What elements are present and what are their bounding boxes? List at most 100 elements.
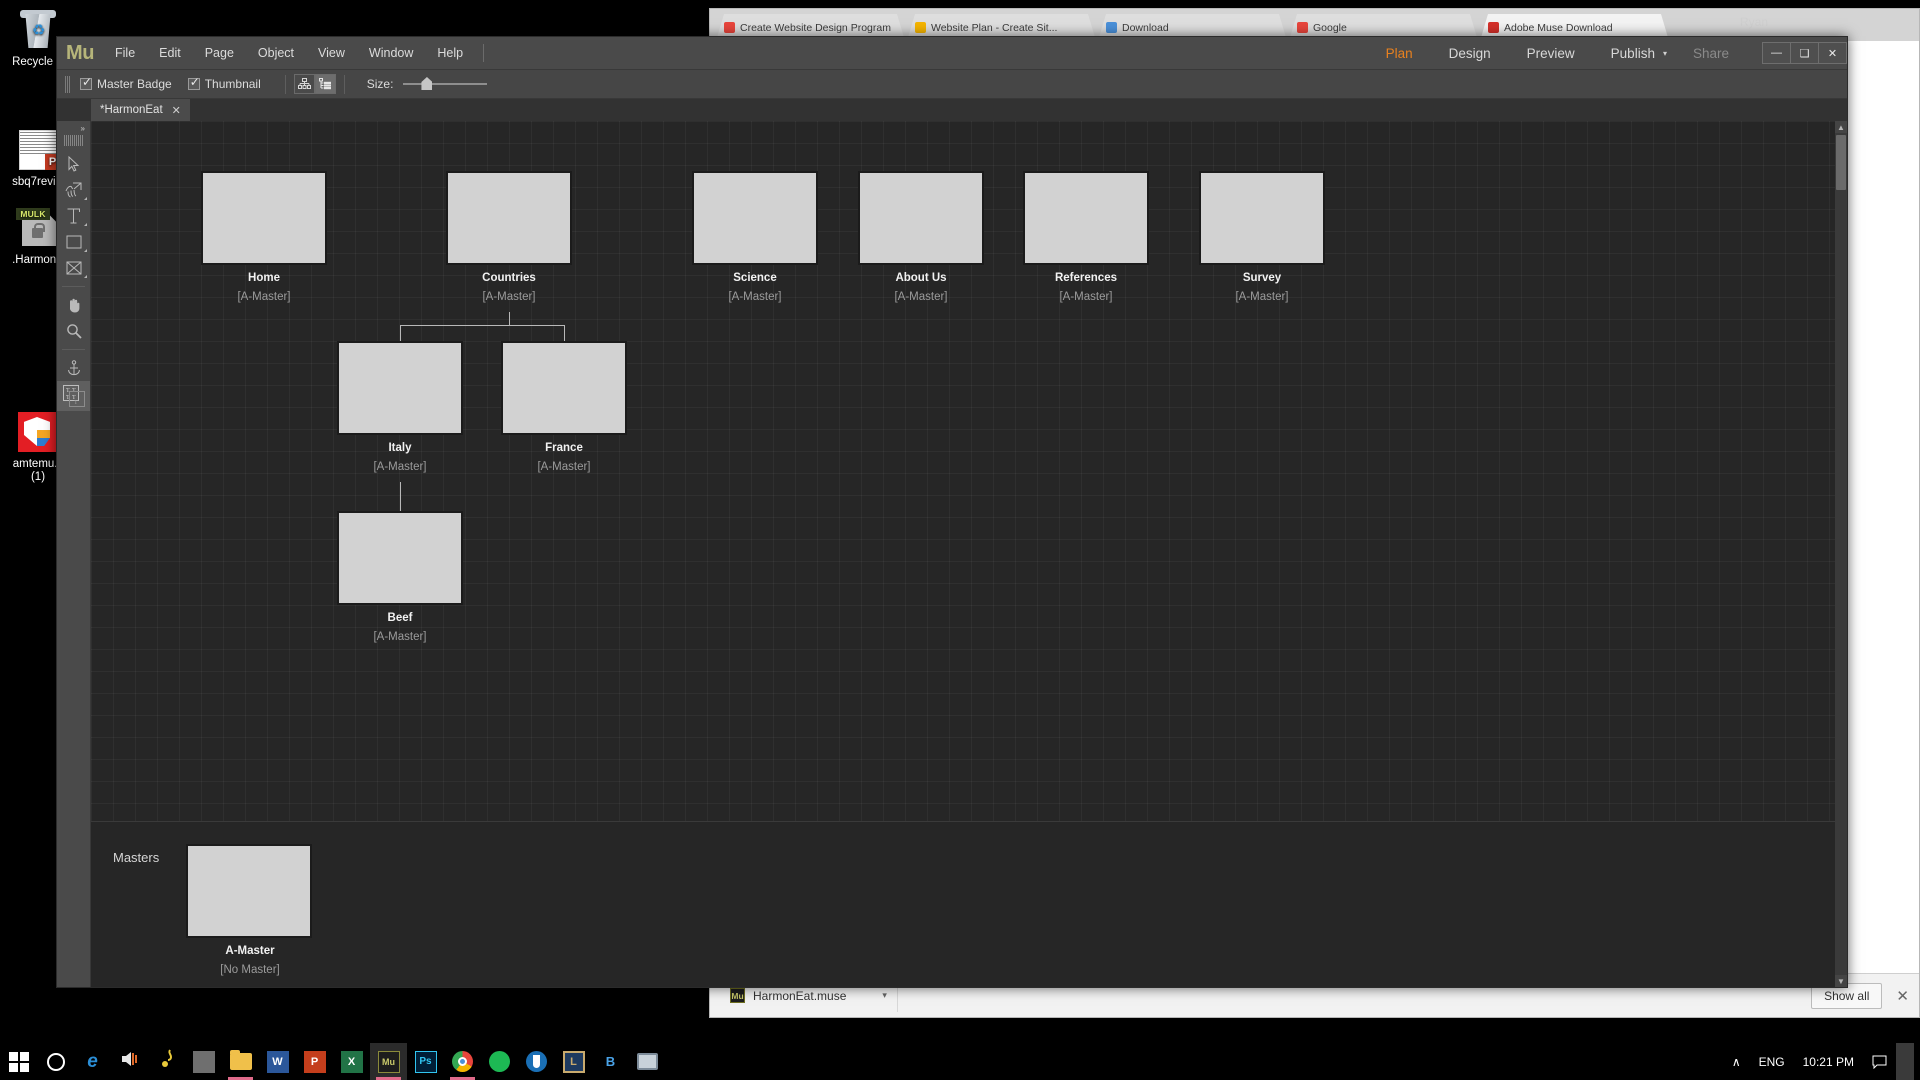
adobe-muse-window[interactable]: Mu File Edit Page Object View Window Help Plan… [56,36,1848,988]
menu-object[interactable]: Object [246,37,306,70]
powerpoint-button[interactable]: P [296,1043,333,1080]
sitemap-page-science[interactable]: Science [A-Master] [692,171,818,303]
master-badge-checkbox[interactable]: Master Badge [80,75,172,91]
note-icon [159,1049,175,1074]
league-button[interactable]: L [555,1043,592,1080]
edge-button[interactable]: e [74,1043,111,1080]
page-thumbnail[interactable] [858,171,984,265]
master-page-thumbnail[interactable] [186,844,312,938]
language-indicator[interactable]: ENG [1750,1043,1794,1080]
frame-tool[interactable] [57,255,90,281]
menu-items[interactable]: File Edit Page Object View Window Help [103,37,475,70]
word-button[interactable]: W [259,1043,296,1080]
selection-tool[interactable] [57,151,90,177]
menu-file[interactable]: File [103,37,147,70]
text-tool[interactable] [57,203,90,229]
mode-plan[interactable]: Plan [1368,37,1431,70]
slider-handle[interactable] [421,77,433,90]
publish-chevron-down-icon[interactable]: ▾ [1663,49,1675,58]
muse-plan-canvas[interactable]: Home [A-Master] Countries [A-Master] Science… [91,121,1847,987]
masters-section[interactable]: Masters A-Master [No Master] [91,822,1847,987]
scroll-down-icon[interactable]: ▼ [1835,975,1847,987]
chevron-down-icon[interactable]: ▾ [882,990,887,1001]
start-button[interactable] [0,1043,37,1080]
tree-view-button[interactable] [293,74,315,94]
sitemap-page-aboutus[interactable]: About Us [A-Master] [858,171,984,303]
zoom-tool[interactable] [57,318,90,344]
mode-design[interactable]: Design [1431,37,1509,70]
clock[interactable]: 10:21 PM [1794,1043,1863,1080]
anchor-tool[interactable] [57,355,90,381]
app-button[interactable] [185,1043,222,1080]
file-explorer-button[interactable] [222,1043,259,1080]
mode-publish[interactable]: Publish [1593,37,1673,70]
collapse-panel-icon[interactable]: » [57,121,90,135]
canvas-vertical-scrollbar[interactable]: ▲ ▼ [1835,121,1847,987]
show-desktop-button[interactable] [1896,1043,1914,1080]
sitemap-page-countries[interactable]: Countries [A-Master] [446,171,572,303]
show-hidden-icons-button[interactable]: ∧ [1723,1043,1750,1080]
sitemap-page-france[interactable]: France [A-Master] [501,341,627,473]
monitor-button[interactable] [629,1043,666,1080]
page-thumbnail[interactable] [201,171,327,265]
muse-menu-bar[interactable]: Mu File Edit Page Object View Window Help Plan… [57,37,1847,70]
page-thumbnail[interactable] [1199,171,1325,265]
sitemap-page-home[interactable]: Home [A-Master] [201,171,327,303]
muse-control-bar[interactable]: Master Badge Thumbnail [57,70,1847,99]
battlenet-button[interactable]: B [592,1043,629,1080]
sitemap-page-italy[interactable]: Italy [A-Master] [337,341,463,473]
muse-mode-switcher[interactable]: Plan Design Preview Publish ▾ Share [1368,37,1747,70]
muse-tools-panel[interactable]: » T T T T T [57,121,91,987]
utorrent-button[interactable] [518,1043,555,1080]
mode-preview[interactable]: Preview [1509,37,1593,70]
photoshop-button[interactable]: Ps [407,1043,444,1080]
itunes-button[interactable] [148,1043,185,1080]
master-page-a-master[interactable]: A-Master [No Master] [186,844,314,976]
media-button[interactable] [111,1043,148,1080]
sitemap-page-survey[interactable]: Survey [A-Master] [1199,171,1325,303]
muse-document-tab-bar[interactable]: *HarmonEat ✕ [57,99,1847,121]
sitemap-page-beef[interactable]: Beef [A-Master] [337,511,463,643]
close-button[interactable]: ✕ [1818,42,1847,64]
muse-button[interactable]: Mu [370,1043,407,1080]
sitemap-page-references[interactable]: References [A-Master] [1023,171,1149,303]
system-tray[interactable]: ∧ ENG 10:21 PM [1723,1043,1920,1080]
page-thumbnail[interactable] [1023,171,1149,265]
menu-edit[interactable]: Edit [147,37,193,70]
crop-tool[interactable] [57,177,90,203]
menu-help[interactable]: Help [425,37,475,70]
hand-tool[interactable] [57,292,90,318]
page-thumbnail[interactable] [337,341,463,435]
rectangle-tool[interactable] [57,229,90,255]
sitemap-area[interactable]: Home [A-Master] Countries [A-Master] Science… [91,121,1847,821]
spotify-button[interactable] [481,1043,518,1080]
page-thumbnail[interactable] [692,171,818,265]
muse-window-controls[interactable]: — ❑ ✕ [1762,42,1847,64]
thumbnail-checkbox[interactable]: Thumbnail [187,75,261,91]
action-center-icon[interactable] [1863,1043,1896,1080]
page-thumbnail[interactable] [501,341,627,435]
close-download-bar-icon[interactable]: ✕ [1896,987,1909,1005]
maximize-button[interactable]: ❑ [1790,42,1819,64]
scrollbar-thumb[interactable] [1836,135,1846,190]
page-thumbnail[interactable] [446,171,572,265]
chrome-button[interactable] [444,1043,481,1080]
size-slider[interactable] [403,77,488,91]
document-tab-harmoneat[interactable]: *HarmonEat ✕ [91,99,190,121]
connector-vertical [399,482,401,495]
windows-taskbar[interactable]: e W P X Mu Ps L B ∧ ENG 10:21 PM [0,1043,1920,1080]
control-bar-grip[interactable] [65,75,70,93]
text-frame-tool[interactable]: T T T T T [57,381,90,411]
tools-panel-grip[interactable] [64,135,83,146]
menu-view[interactable]: View [306,37,357,70]
list-view-button[interactable] [314,74,336,94]
menu-window[interactable]: Window [357,37,425,70]
page-thumbnail[interactable] [337,511,463,605]
favicon-icon [915,22,926,33]
scroll-up-icon[interactable]: ▲ [1835,121,1847,133]
excel-button[interactable]: X [333,1043,370,1080]
cortana-button[interactable] [37,1043,74,1080]
close-tab-icon[interactable]: ✕ [172,104,181,117]
minimize-button[interactable]: — [1762,42,1791,64]
menu-page[interactable]: Page [193,37,246,70]
